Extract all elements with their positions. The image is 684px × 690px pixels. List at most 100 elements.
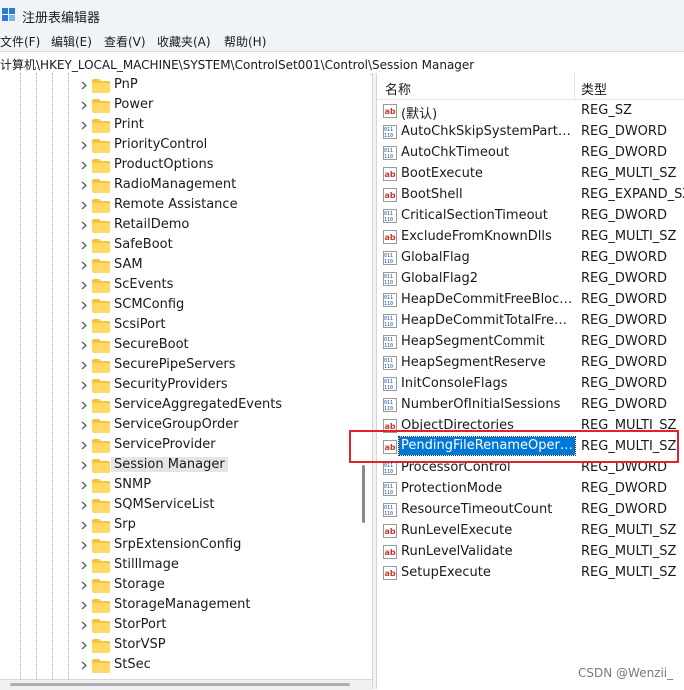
values-pane[interactable]: 名称 类型 ab (默认) REG_SZ 011 110 AutoChkSkipSyste…: [377, 73, 684, 689]
value-row[interactable]: ab ExcludeFromKnownDlls REG_MULTI_SZ: [377, 226, 684, 247]
chevron-right-icon[interactable]: [78, 535, 90, 555]
value-row[interactable]: ab BootExecute REG_MULTI_SZ: [377, 163, 684, 184]
menu-edit[interactable]: 编辑(E): [51, 33, 92, 50]
value-type: REG_DWORD: [581, 208, 667, 223]
tree-item[interactable]: ServiceAggregatedEvents: [78, 395, 358, 415]
chevron-right-icon[interactable]: [78, 655, 90, 675]
value-row[interactable]: 011 110 AutoChkTimeout REG_DWORD: [377, 142, 684, 163]
tree-item[interactable]: StillImage: [78, 555, 358, 575]
tree-item[interactable]: Session Manager: [78, 455, 358, 475]
value-row[interactable]: 011 110 ProtectionMode REG_DWORD: [377, 478, 684, 499]
chevron-right-icon[interactable]: [78, 555, 90, 575]
chevron-right-icon[interactable]: [78, 575, 90, 595]
key-tree-pane[interactable]: PnP Power Print PriorityControl ProductOptio…: [0, 73, 370, 679]
value-row[interactable]: 011 110 HeapSegmentCommit REG_DWORD: [377, 331, 684, 352]
chevron-right-icon[interactable]: [78, 455, 90, 475]
value-row[interactable]: 011 110 GlobalFlag2 REG_DWORD: [377, 268, 684, 289]
tree-item[interactable]: SNMP: [78, 475, 358, 495]
chevron-right-icon[interactable]: [78, 75, 90, 95]
chevron-right-icon[interactable]: [78, 235, 90, 255]
tree-scrollbar-thumb[interactable]: [362, 465, 365, 523]
tree-item[interactable]: StSec: [78, 655, 358, 675]
chevron-right-icon[interactable]: [78, 375, 90, 395]
value-row[interactable]: 011 110 HeapDeCommitTotalFreeTh... REG_DWOR…: [377, 310, 684, 331]
tree-item[interactable]: SafeBoot: [78, 235, 358, 255]
tree-item[interactable]: SrpExtensionConfig: [78, 535, 358, 555]
chevron-right-icon[interactable]: [78, 175, 90, 195]
tree-item[interactable]: ScsiPort: [78, 315, 358, 335]
column-name-header[interactable]: 名称: [385, 79, 411, 98]
tree-horizontal-scrollbar[interactable]: [0, 679, 372, 690]
value-row[interactable]: ab (默认) REG_SZ: [377, 100, 684, 122]
tree-item[interactable]: SecureBoot: [78, 335, 358, 355]
value-row[interactable]: 011 110 ResourceTimeoutCount REG_DWORD: [377, 499, 684, 520]
tree-item[interactable]: ProductOptions: [78, 155, 358, 175]
tree-item[interactable]: StorageManagement: [78, 595, 358, 615]
tree-item[interactable]: PriorityControl: [78, 135, 358, 155]
tree-item[interactable]: StorPort: [78, 615, 358, 635]
tree-item[interactable]: SQMServiceList: [78, 495, 358, 515]
chevron-right-icon[interactable]: [78, 475, 90, 495]
chevron-right-icon[interactable]: [78, 135, 90, 155]
value-type: REG_MULTI_SZ: [581, 229, 677, 244]
value-row[interactable]: ab RunLevelExecute REG_MULTI_SZ: [377, 520, 684, 541]
column-type-header[interactable]: 类型: [581, 79, 607, 98]
chevron-right-icon[interactable]: [78, 635, 90, 655]
chevron-right-icon[interactable]: [78, 275, 90, 295]
chevron-right-icon[interactable]: [78, 295, 90, 315]
menu-help[interactable]: 帮助(H): [224, 33, 266, 50]
chevron-right-icon[interactable]: [78, 215, 90, 235]
tree-item[interactable]: SecurityProviders: [78, 375, 358, 395]
address-bar[interactable]: 计算机\HKEY_LOCAL_MACHINE\SYSTEM\ControlSet…: [0, 51, 684, 75]
tree-item[interactable]: RadioManagement: [78, 175, 358, 195]
tree-item[interactable]: SAM: [78, 255, 358, 275]
menu-view[interactable]: 查看(V): [104, 33, 146, 50]
tree-item[interactable]: Remote Assistance: [78, 195, 358, 215]
value-row[interactable]: 011 110 InitConsoleFlags REG_DWORD: [377, 373, 684, 394]
chevron-right-icon[interactable]: [78, 95, 90, 115]
chevron-right-icon[interactable]: [78, 115, 90, 135]
chevron-right-icon[interactable]: [78, 435, 90, 455]
tree-item[interactable]: RetailDemo: [78, 215, 358, 235]
value-row[interactable]: ab RunLevelValidate REG_MULTI_SZ: [377, 541, 684, 562]
tree-item[interactable]: Storage: [78, 575, 358, 595]
tree-item[interactable]: ScEvents: [78, 275, 358, 295]
value-row[interactable]: ab SetupExecute REG_MULTI_SZ: [377, 562, 684, 583]
value-name: ProtectionMode: [401, 481, 503, 496]
address-path[interactable]: 计算机\HKEY_LOCAL_MACHINE\SYSTEM\ControlSet…: [0, 56, 474, 73]
tree-item[interactable]: SecurePipeServers: [78, 355, 358, 375]
value-row[interactable]: 011 110 HeapSegmentReserve REG_DWORD: [377, 352, 684, 373]
tree-item[interactable]: Print: [78, 115, 358, 135]
chevron-right-icon[interactable]: [78, 315, 90, 335]
svg-text:110: 110: [384, 154, 393, 160]
tree-item[interactable]: SCMConfig: [78, 295, 358, 315]
tree-item[interactable]: ServiceProvider: [78, 435, 358, 455]
value-row[interactable]: 011110 HeapDeCommitFreeBlockTh... REG_DWOR…: [377, 289, 684, 310]
menu-file[interactable]: 文件(F): [0, 33, 40, 50]
chevron-right-icon[interactable]: [78, 595, 90, 615]
svg-text:ab: ab: [385, 569, 396, 578]
chevron-right-icon[interactable]: [78, 255, 90, 275]
tree-item[interactable]: PnP: [78, 75, 358, 95]
chevron-right-icon[interactable]: [78, 195, 90, 215]
chevron-right-icon[interactable]: [78, 495, 90, 515]
chevron-right-icon[interactable]: [78, 395, 90, 415]
tree-item[interactable]: StorVSP: [78, 635, 358, 655]
chevron-right-icon[interactable]: [78, 515, 90, 535]
tree-item[interactable]: Power: [78, 95, 358, 115]
value-row[interactable]: 011 110 GlobalFlag REG_DWORD: [377, 247, 684, 268]
chevron-right-icon[interactable]: [78, 335, 90, 355]
chevron-right-icon[interactable]: [78, 155, 90, 175]
column-separator[interactable]: [574, 73, 575, 99]
menu-favorites[interactable]: 收藏夹(A): [157, 33, 211, 50]
chevron-right-icon[interactable]: [78, 615, 90, 635]
value-row[interactable]: ab BootShell REG_EXPAND_SZ: [377, 184, 684, 205]
tree-hscroll-thumb[interactable]: [10, 683, 350, 686]
value-row[interactable]: 011 110 NumberOfInitialSessions REG_DWORD: [377, 394, 684, 415]
value-row[interactable]: 011 110 AutoChkSkipSystemPartition REG_DWOR…: [377, 121, 684, 142]
value-row[interactable]: 011 110 CriticalSectionTimeout REG_DWORD: [377, 205, 684, 226]
tree-item[interactable]: Srp: [78, 515, 358, 535]
chevron-right-icon[interactable]: [78, 415, 90, 435]
chevron-right-icon[interactable]: [78, 355, 90, 375]
tree-item[interactable]: ServiceGroupOrder: [78, 415, 358, 435]
